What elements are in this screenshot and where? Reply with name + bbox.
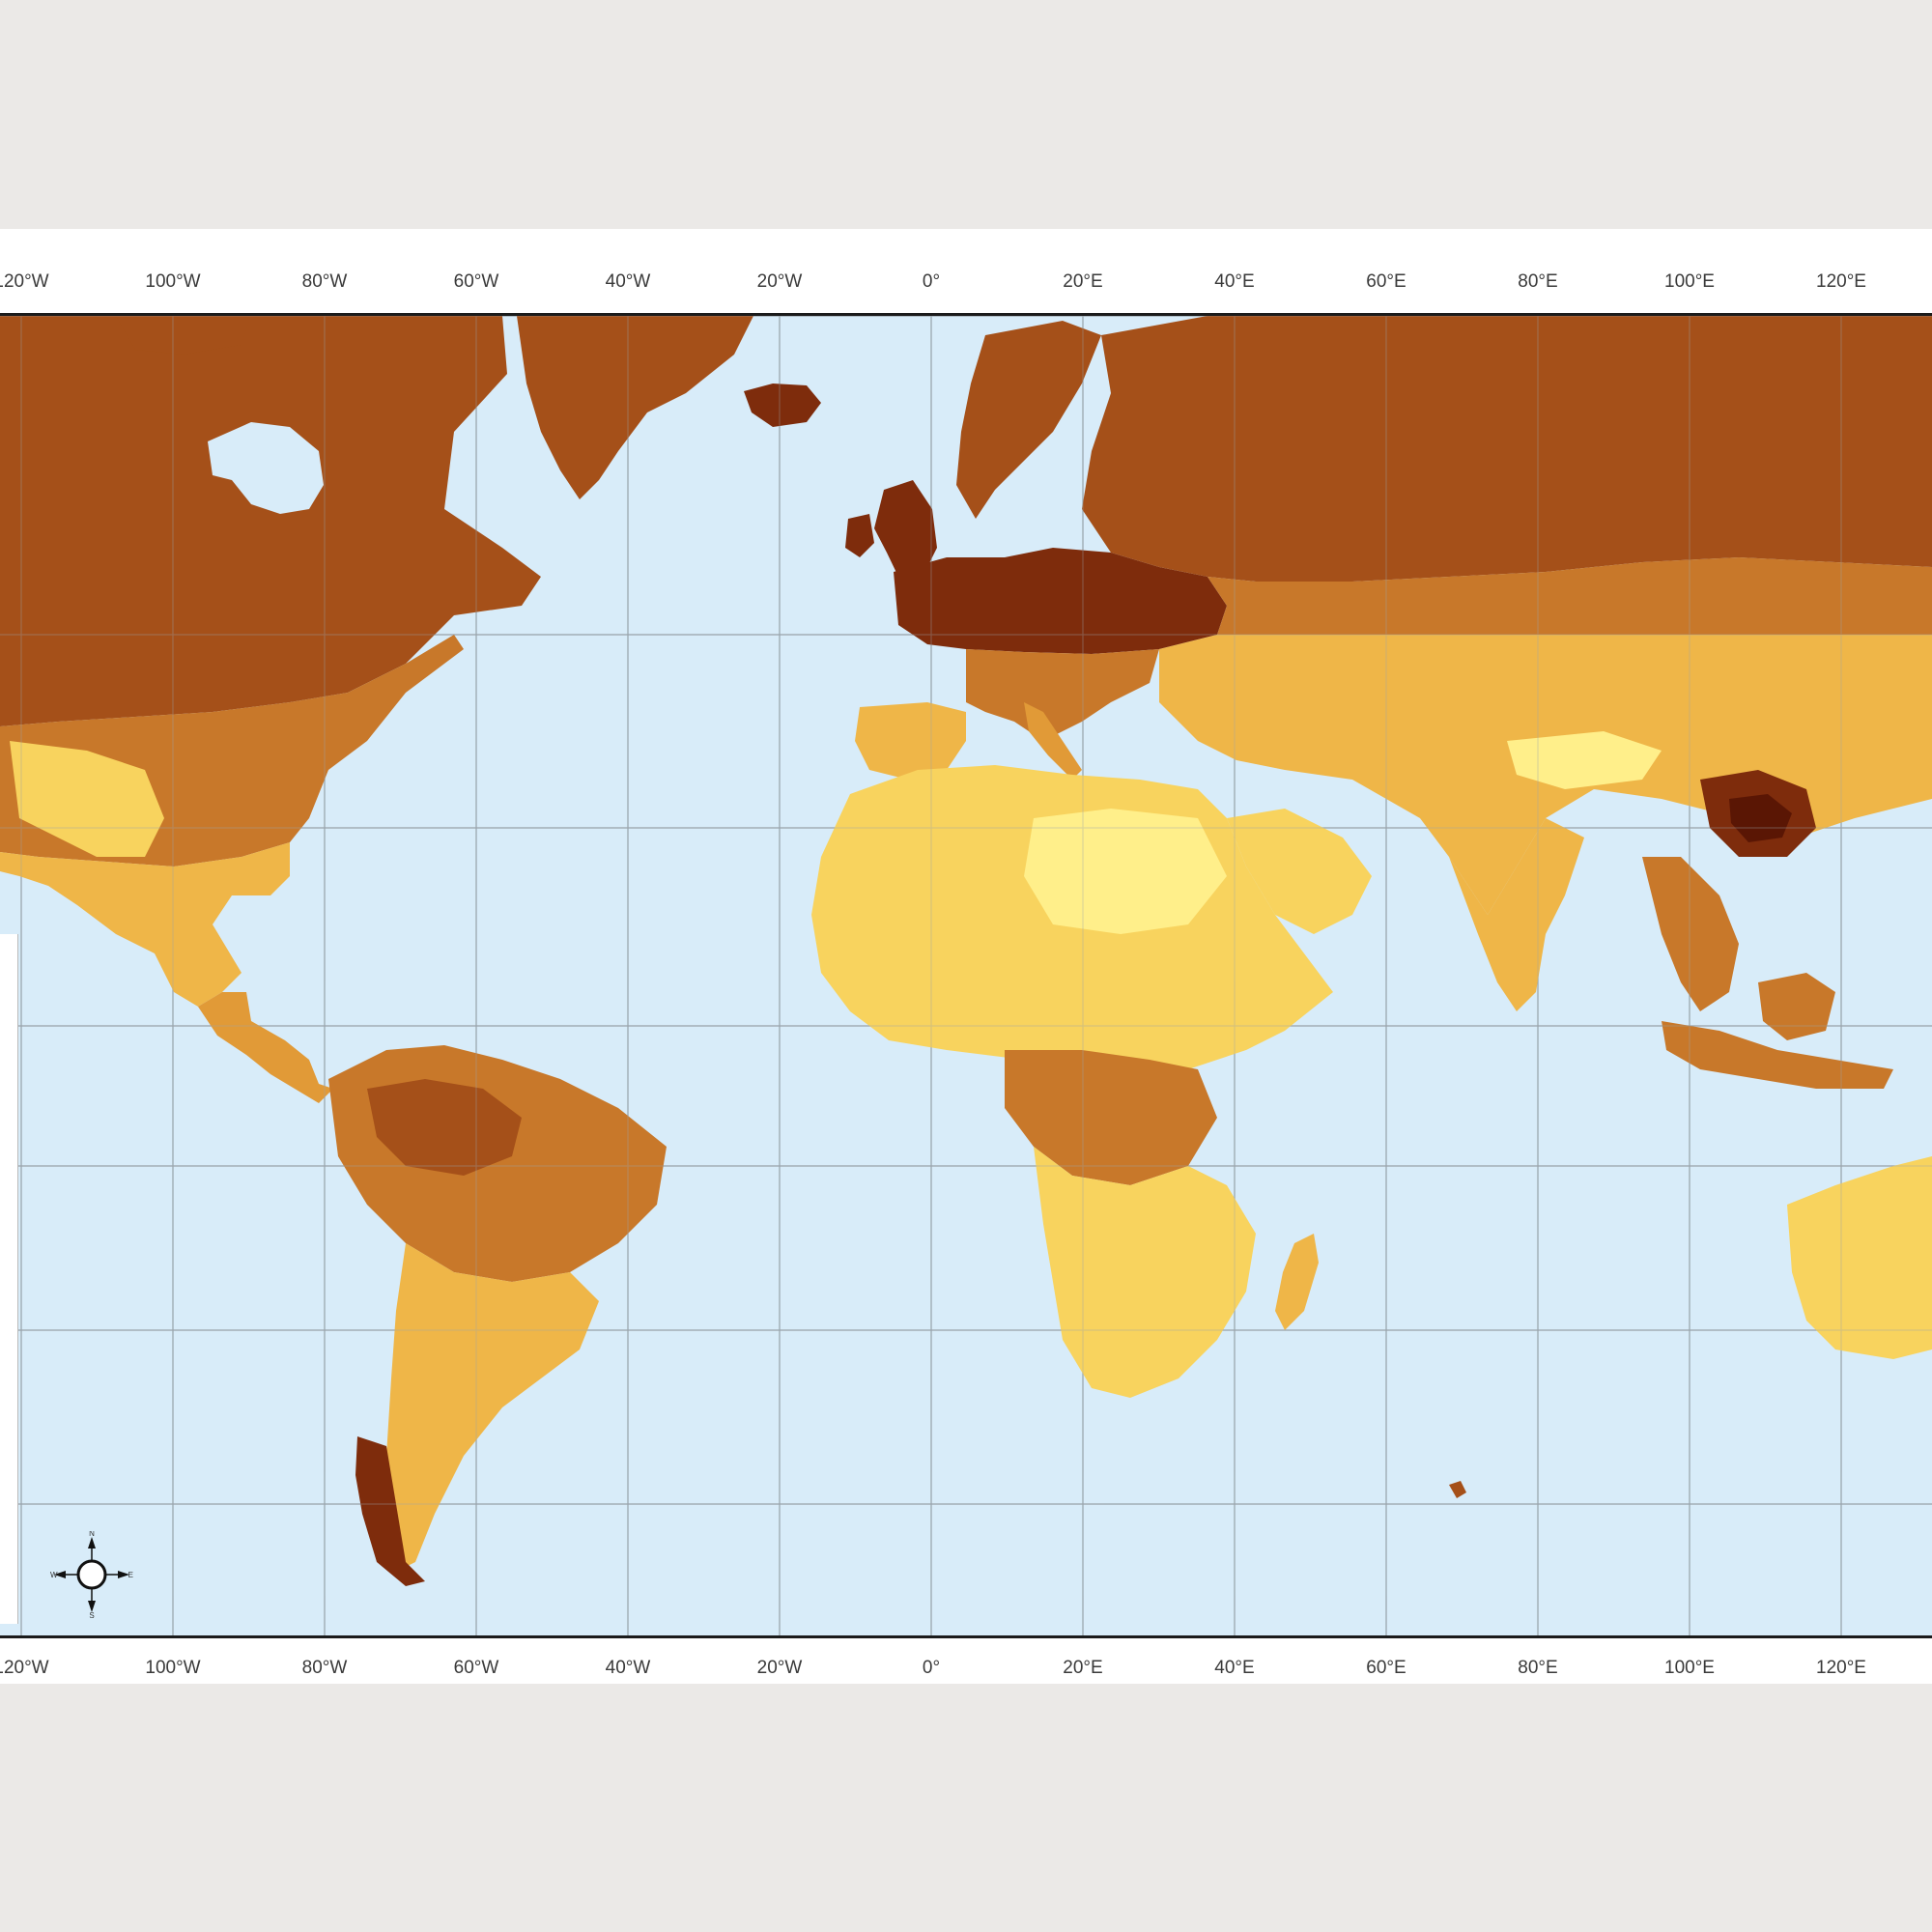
central-america bbox=[198, 992, 333, 1103]
south-america-south bbox=[382, 1243, 599, 1572]
longitude-label: 80°E bbox=[1518, 271, 1558, 292]
longitude-label: 120°W bbox=[0, 271, 49, 292]
longitude-label: 40°E bbox=[1214, 1658, 1255, 1678]
longitude-label: 20°E bbox=[1063, 1658, 1103, 1678]
longitude-label: 100°E bbox=[1664, 1658, 1715, 1678]
southern-europe bbox=[966, 649, 1159, 741]
longitude-label: 40°W bbox=[605, 1658, 651, 1678]
british-isles bbox=[874, 480, 937, 577]
longitude-label: 80°W bbox=[301, 271, 348, 292]
longitude-label: 100°E bbox=[1664, 271, 1715, 292]
compass-rose-icon: N S E W bbox=[50, 1531, 133, 1618]
longitude-label: 40°W bbox=[605, 271, 651, 292]
australia bbox=[1787, 1156, 1932, 1359]
longitude-label: 120°E bbox=[1816, 271, 1866, 292]
north-america bbox=[0, 316, 541, 1103]
longitude-label: 120°E bbox=[1816, 1658, 1866, 1678]
madagascar bbox=[1275, 1234, 1319, 1330]
north-america-south bbox=[0, 842, 290, 1007]
map-border-bottom bbox=[0, 1635, 1932, 1638]
south-america-north bbox=[328, 1045, 667, 1282]
side-panel bbox=[0, 934, 18, 1624]
southeast-asia bbox=[1642, 857, 1739, 1011]
compass-south: S bbox=[89, 1611, 94, 1618]
new-zealand bbox=[1449, 1481, 1466, 1498]
compass-north: N bbox=[89, 1531, 95, 1538]
longitude-label: 100°W bbox=[145, 1658, 201, 1678]
compass-west: W bbox=[50, 1571, 58, 1579]
longitude-label: 20°W bbox=[756, 1658, 803, 1678]
south-america bbox=[328, 1045, 667, 1586]
borneo bbox=[1758, 973, 1835, 1040]
compass-east: E bbox=[128, 1571, 133, 1579]
scandinavia bbox=[956, 321, 1101, 519]
longitude-label: 0° bbox=[922, 271, 941, 292]
longitude-label: 0° bbox=[922, 1658, 941, 1678]
southern-africa bbox=[1034, 1147, 1256, 1398]
map-border-top bbox=[0, 313, 1932, 316]
north-america-north bbox=[0, 316, 541, 726]
map-area[interactable] bbox=[0, 316, 1932, 1635]
longitude-label: 60°E bbox=[1366, 1658, 1406, 1678]
world-map bbox=[0, 316, 1932, 1635]
longitude-label: 20°E bbox=[1063, 271, 1103, 292]
longitude-label: 120°W bbox=[0, 1658, 49, 1678]
longitude-label: 80°E bbox=[1518, 1658, 1558, 1678]
longitude-label: 20°W bbox=[756, 271, 803, 292]
iceland bbox=[744, 384, 821, 427]
longitude-label: 60°W bbox=[453, 271, 499, 292]
longitude-label: 60°W bbox=[453, 1658, 499, 1678]
longitude-label: 40°E bbox=[1214, 271, 1255, 292]
longitude-label: 80°W bbox=[301, 1658, 348, 1678]
greenland bbox=[517, 316, 753, 499]
siberia bbox=[1082, 316, 1932, 582]
longitude-label: 100°W bbox=[145, 271, 201, 292]
ireland bbox=[845, 514, 874, 557]
longitude-label: 60°E bbox=[1366, 271, 1406, 292]
